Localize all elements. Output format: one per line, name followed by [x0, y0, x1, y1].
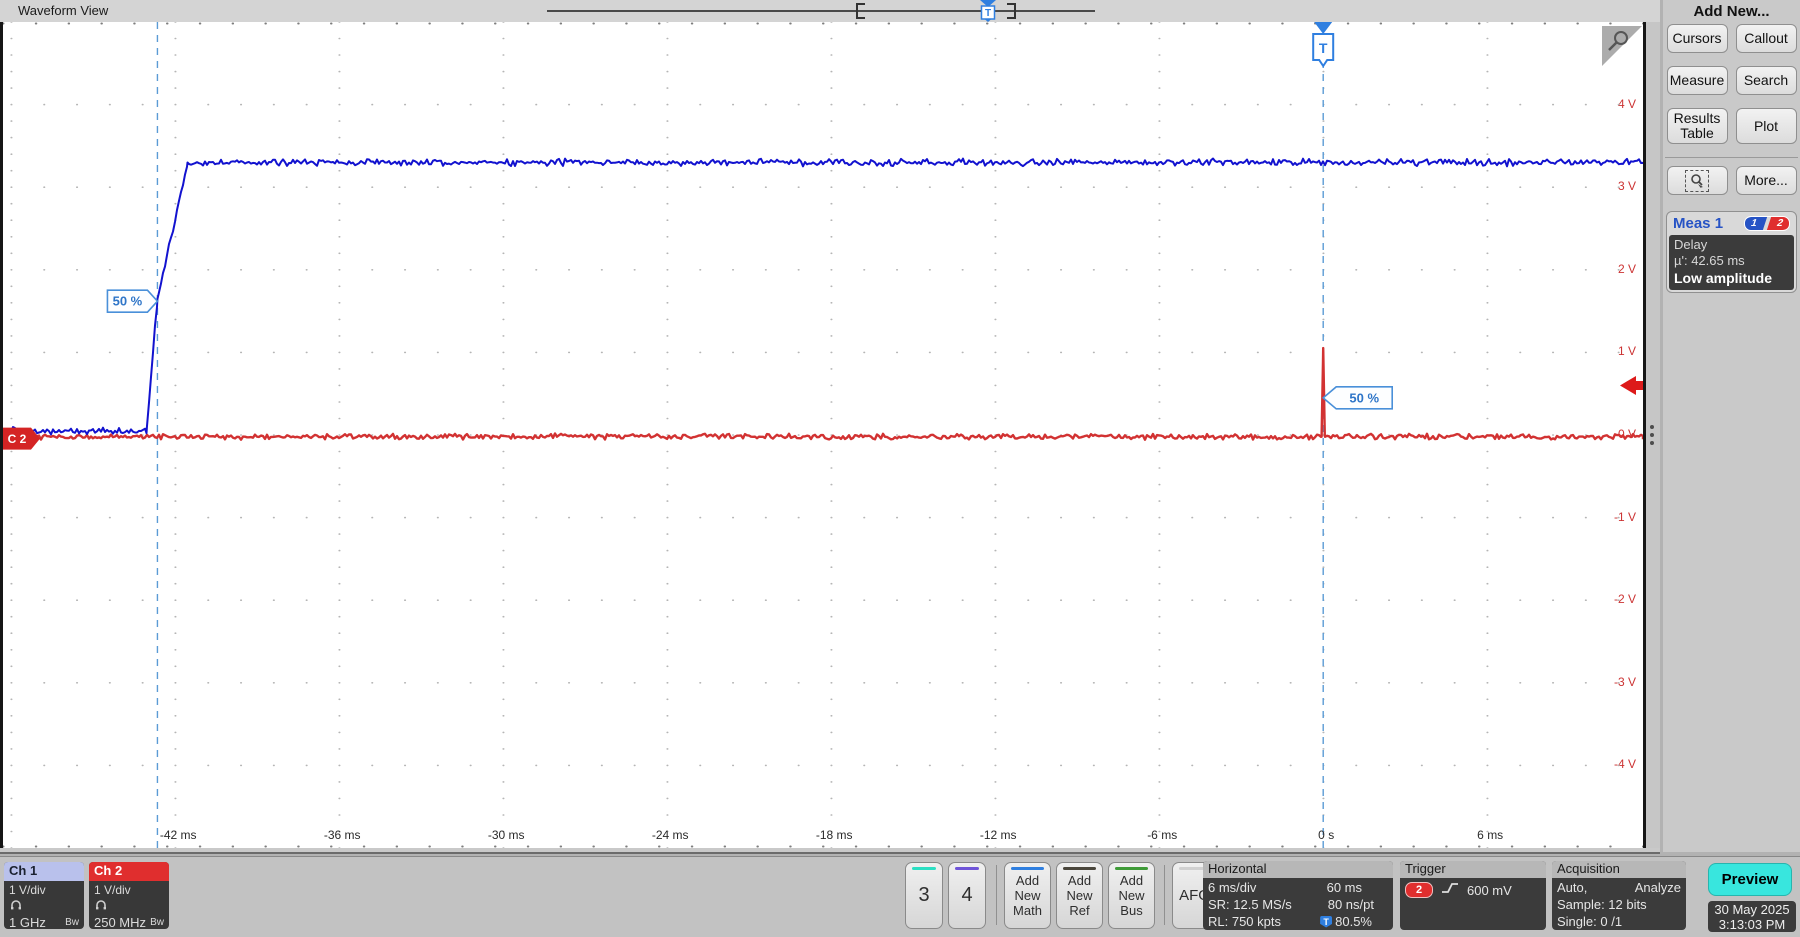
ch2-header: Ch 2 [89, 862, 169, 881]
x-tick-label: -12 ms [980, 828, 1017, 842]
trigger-panel-header: Trigger [1400, 861, 1546, 878]
probe-icon [9, 898, 79, 914]
cursor-callout-label: 50 % [1349, 390, 1379, 405]
trace-ch1[interactable] [3, 159, 1643, 435]
horizontal-window: 60 ms [1327, 879, 1362, 896]
toolbar-divider [1164, 865, 1165, 925]
waveform-view-window: Waveform View T 4 V3 V2 V1 V0 V-1 V-2 V-… [0, 0, 1660, 854]
x-tick-label: 0 s [1318, 828, 1334, 842]
ch3-color-stripe [912, 867, 936, 870]
sample-rate: SR: 12.5 MS/s [1208, 896, 1294, 913]
bus-color-stripe [1115, 867, 1148, 870]
probe-icon [94, 898, 164, 914]
preview-button[interactable]: Preview [1708, 863, 1792, 896]
acquisition-mode: Auto, [1557, 879, 1587, 896]
add-new-panel: Add New... Cursors Callout Measure Searc… [1663, 0, 1800, 852]
channel-4-button[interactable]: 4 [948, 862, 986, 929]
callout-button[interactable]: Callout [1736, 24, 1797, 53]
plot-button[interactable]: Plot [1736, 108, 1797, 144]
meas-name: Meas 1 [1673, 215, 1723, 232]
bottom-settings-bar: Ch 1 1 V/div 1 GHz Bw Ch 2 1 V/div 250 M… [0, 856, 1800, 937]
datetime-display: 30 May 2025 3:13:03 PM [1708, 901, 1796, 932]
acquisition-sample: Sample: 12 bits [1557, 896, 1681, 913]
channel-badge-ch2[interactable]: Ch 2 1 V/div 250 MHz Bw [89, 862, 169, 929]
trigger-position-icon: T [1320, 916, 1332, 928]
bandwidth-limit-icon: Bw [150, 915, 164, 929]
ch2-scale: 1 V/div [94, 883, 164, 898]
waveform-view-titlebar: Waveform View T [0, 0, 1660, 23]
ref-color-stripe [1063, 867, 1096, 870]
zoom-select-icon [1685, 170, 1709, 192]
results-table-button[interactable]: Results Table [1667, 108, 1728, 144]
x-tick-label: -36 ms [324, 828, 361, 842]
minimap-trigger-label: T [985, 8, 991, 19]
horizontal-position-minimap[interactable]: T [0, 0, 1660, 22]
measure-button[interactable]: Measure [1667, 66, 1728, 95]
x-tick-label: -24 ms [652, 828, 689, 842]
meas-type: Delay [1674, 237, 1789, 253]
channel-2-flag-label: C 2 [8, 432, 27, 446]
trigger-source-badge: 2 [1405, 882, 1433, 898]
rising-edge-icon [1441, 881, 1459, 899]
x-tick-label: -30 ms [488, 828, 525, 842]
trace-ch2[interactable] [3, 348, 1643, 440]
trigger-flag-label: T [1319, 40, 1328, 56]
trigger-level-arrow-icon[interactable] [1620, 376, 1643, 395]
meas-value: µ': 42.65 ms [1674, 253, 1789, 269]
cursors-button[interactable]: Cursors [1667, 24, 1728, 53]
cursor-callout-label: 50 % [113, 294, 143, 309]
add-new-title: Add New... [1663, 0, 1800, 24]
splitter-handle-icon[interactable] [1650, 425, 1654, 445]
horizontal-panel[interactable]: Horizontal 6 ms/div 60 ms SR: 12.5 MS/s … [1203, 861, 1393, 930]
add-new-math-button[interactable]: Add New Math [1004, 862, 1051, 929]
zoom-select-button[interactable] [1667, 166, 1728, 195]
ch1-bandwidth: 1 GHz [9, 915, 46, 929]
record-length: RL: 750 kpts [1208, 913, 1294, 930]
add-new-bus-button[interactable]: Add New Bus [1108, 862, 1155, 929]
date: 30 May 2025 [1708, 902, 1796, 917]
ch4-color-stripe [955, 867, 979, 870]
trigger-arrow-icon [1314, 22, 1332, 34]
add-new-ref-button[interactable]: Add New Ref [1056, 862, 1103, 929]
toolbar-divider [996, 865, 997, 925]
time: 3:13:03 PM [1708, 917, 1796, 932]
more-button[interactable]: More... [1736, 166, 1797, 195]
window-right-gutter [1646, 22, 1660, 848]
bandwidth-limit-icon: Bw [65, 915, 79, 929]
trigger-level: 600 mV [1467, 882, 1512, 899]
trigger-panel[interactable]: Trigger 2 600 mV [1400, 861, 1546, 930]
x-tick-label: 6 ms [1477, 828, 1503, 842]
x-tick-label: -18 ms [816, 828, 853, 842]
channel-badge-ch1[interactable]: Ch 1 1 V/div 1 GHz Bw [4, 862, 84, 929]
trigger-position: 80.5% [1335, 913, 1372, 930]
horizontal-panel-header: Horizontal [1203, 861, 1393, 878]
waveform-svg[interactable]: 50 % 50 % T C 2 [3, 22, 1643, 848]
ch1-header: Ch 1 [4, 862, 84, 881]
panel-divider [1665, 157, 1798, 158]
x-tick-label: -42 ms [160, 828, 197, 842]
acquisition-panel[interactable]: Acquisition Auto, Analyze Sample: 12 bit… [1552, 861, 1686, 930]
ch2-bandwidth: 250 MHz [94, 915, 146, 929]
search-button[interactable]: Search [1736, 66, 1797, 95]
math-color-stripe [1011, 867, 1044, 870]
horizontal-scale: 6 ms/div [1208, 879, 1294, 896]
x-tick-label: -6 ms [1147, 828, 1177, 842]
acquisition-panel-header: Acquisition [1552, 861, 1686, 878]
acquisition-analyze: Analyze [1635, 879, 1681, 896]
channel-3-button[interactable]: 3 [905, 862, 943, 929]
waveform-plot-area[interactable]: 4 V3 V2 V1 V0 V-1 V-2 V-3 V-4 V 50 %50 %… [0, 22, 1646, 848]
resolution: 80 ns/pt [1328, 896, 1374, 913]
meas-1-card[interactable]: Meas 1 12 Delay µ': 42.65 ms Low amplitu… [1666, 211, 1797, 293]
meas-source-badge: 12 [1744, 216, 1790, 231]
ch1-scale: 1 V/div [9, 883, 79, 898]
meas-warning: Low amplitude [1674, 270, 1789, 286]
acquisition-single: Single: 0 /1 [1557, 913, 1681, 930]
